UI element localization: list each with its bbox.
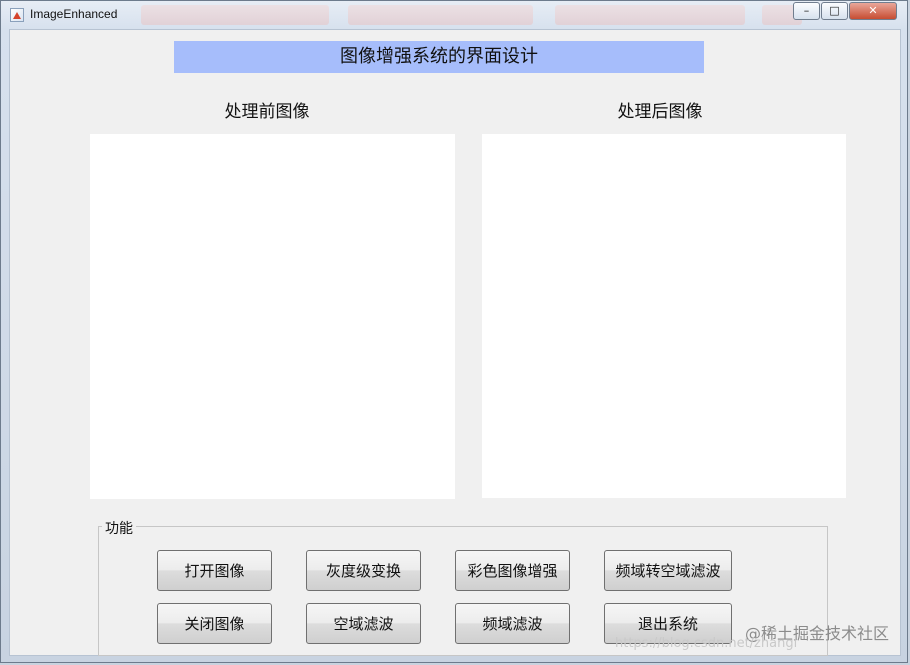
- app-banner-title: 图像增强系统的界面设计: [174, 41, 704, 73]
- window-title: ImageEnhanced: [30, 7, 118, 21]
- before-image-title: 处理前图像: [224, 102, 310, 122]
- close-image-button[interactable]: 关闭图像: [157, 603, 272, 644]
- frequency-to-spatial-filter-button[interactable]: 频域转空域滤波: [604, 550, 732, 591]
- close-button[interactable]: ✕: [849, 2, 897, 20]
- figure-client-area: 图像增强系统的界面设计 处理前图像 处理后图像 功能 打开图像 灰度级变换 彩色…: [9, 29, 901, 656]
- after-image-title: 处理后图像: [617, 102, 703, 122]
- after-image-axes: [482, 134, 846, 498]
- app-window: ImageEnhanced – □ ✕ 图像增强系统的界面设计 处理前图像 处理…: [0, 0, 908, 663]
- maximize-button[interactable]: □: [821, 2, 848, 20]
- blurred-tab: [348, 5, 533, 25]
- open-image-button[interactable]: 打开图像: [157, 550, 272, 591]
- frequency-filter-button[interactable]: 频域滤波: [455, 603, 570, 644]
- window-controls: – □ ✕: [792, 2, 897, 22]
- matlab-icon: [10, 8, 24, 22]
- spatial-filter-button[interactable]: 空域滤波: [306, 603, 421, 644]
- watermark-url: https://blog.csdn.net/zhangi: [615, 636, 798, 651]
- blurred-tab: [555, 5, 745, 25]
- gray-level-transform-button[interactable]: 灰度级变换: [306, 550, 421, 591]
- minimize-button[interactable]: –: [793, 2, 820, 20]
- function-panel-title: 功能: [102, 518, 136, 538]
- title-bar: ImageEnhanced – □ ✕: [1, 1, 907, 29]
- blurred-tab: [141, 5, 329, 25]
- color-image-enhance-button[interactable]: 彩色图像增强: [455, 550, 570, 591]
- before-image-axes: [90, 134, 455, 499]
- background-taskbar-tabs: [141, 5, 802, 25]
